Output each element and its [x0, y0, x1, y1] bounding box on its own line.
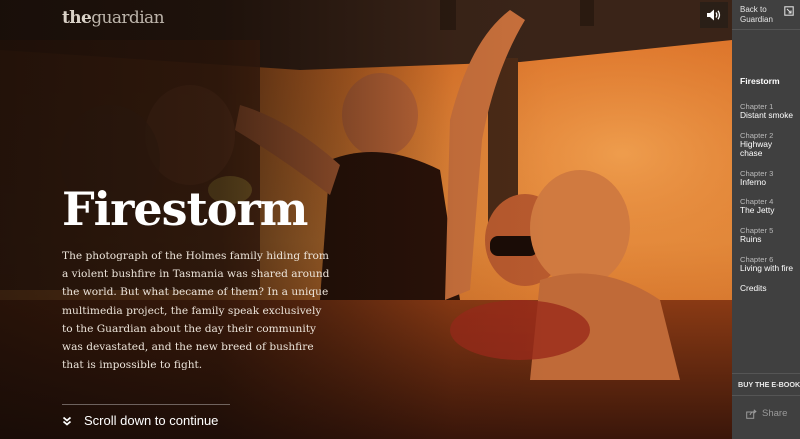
- chapter-nav: Firestorm Chapter 1 Distant smoke Chapte…: [740, 76, 800, 293]
- nav-item-credits[interactable]: Credits: [740, 283, 800, 293]
- share-label: Share: [762, 408, 788, 419]
- external-link-icon[interactable]: [784, 6, 794, 16]
- logo-the: the: [62, 8, 92, 28]
- back-link-line1: Back to: [740, 5, 767, 14]
- back-link-line2: Guardian: [740, 15, 773, 24]
- double-chevron-down-icon: [62, 416, 72, 426]
- scroll-divider: [62, 404, 230, 405]
- scroll-down-label: Scroll down to continue: [84, 413, 219, 428]
- nav-item-chapter-3[interactable]: Chapter 3 Inferno: [740, 169, 800, 188]
- chapter-title: Ruins: [740, 233, 762, 244]
- chapter-title: Inferno: [740, 176, 767, 187]
- nav-item-chapter-5[interactable]: Chapter 5 Ruins: [740, 226, 800, 245]
- chapter-title: Highway chase: [740, 138, 773, 159]
- share-button[interactable]: Share: [746, 408, 787, 419]
- hero-section: theguardian Firestorm The photograph of …: [0, 0, 732, 439]
- audio-toggle-button[interactable]: [700, 2, 728, 28]
- chapter-title: Living with fire: [740, 262, 794, 273]
- nav-item-firestorm[interactable]: Firestorm: [740, 76, 800, 86]
- chapter-title: Distant smoke: [740, 110, 794, 120]
- buy-ebook-link[interactable]: BUY THE E-BOOK: [738, 380, 800, 389]
- chapter-title: The Jetty: [740, 205, 775, 216]
- nav-item-chapter-6[interactable]: Chapter 6 Living with fire: [740, 255, 800, 274]
- logo-guardian: guardian: [91, 8, 164, 28]
- nav-item-chapter-2[interactable]: Chapter 2 Highway chase: [740, 131, 800, 159]
- back-to-guardian-link[interactable]: Back to Guardian: [740, 5, 773, 25]
- page-title: Firestorm: [62, 182, 308, 236]
- speaker-volume-icon: [707, 9, 721, 21]
- sidebar-divider: [732, 29, 800, 30]
- page: theguardian Firestorm The photograph of …: [0, 0, 800, 439]
- share-icon: [746, 408, 757, 419]
- sidebar-divider: [732, 373, 800, 374]
- scroll-down-button[interactable]: Scroll down to continue: [62, 413, 218, 428]
- sidebar-divider: [732, 395, 800, 396]
- guardian-logo[interactable]: theguardian: [62, 8, 165, 28]
- chapter-sidebar: Back to Guardian Firestorm Chapter 1 Dis…: [732, 0, 800, 439]
- nav-item-chapter-4[interactable]: Chapter 4 The Jetty: [740, 197, 800, 216]
- nav-item-chapter-1[interactable]: Chapter 1 Distant smoke: [740, 102, 800, 121]
- intro-paragraph: The photograph of the Holmes family hidi…: [62, 250, 330, 372]
